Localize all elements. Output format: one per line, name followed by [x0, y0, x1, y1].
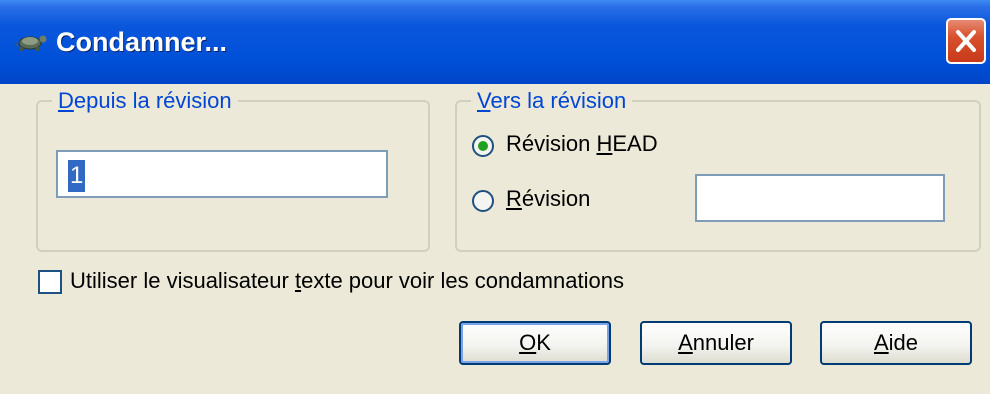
text-viewer-checkbox[interactable] [38, 270, 62, 294]
ok-button[interactable]: OK [459, 321, 611, 365]
radio-selected-dot [478, 141, 488, 151]
tortoise-icon [14, 28, 48, 54]
blame-dialog: Condamner... Depuis la révision 1 Vers l… [0, 0, 990, 394]
to-revision-label: Vers la révision [477, 88, 627, 113]
head-revision-label[interactable]: Révision HEAD [506, 131, 658, 157]
dialog-body: Depuis la révision 1 Vers la révision Ré… [0, 84, 990, 394]
from-revision-value: 1 [68, 160, 86, 192]
help-button[interactable]: Aide [820, 321, 972, 365]
revision-radio[interactable] [472, 190, 494, 212]
head-revision-radio[interactable] [472, 135, 494, 157]
to-revision-group: Vers la révision [455, 88, 981, 252]
from-revision-input[interactable]: 1 [56, 150, 388, 198]
revision-radio-label[interactable]: Révision [506, 186, 590, 212]
to-revision-input[interactable] [695, 174, 945, 222]
cancel-button[interactable]: Annuler [640, 321, 792, 365]
close-button[interactable] [946, 18, 986, 64]
text-viewer-checkbox-label[interactable]: Utiliser le visualisateur texte pour voi… [70, 268, 624, 294]
window-title: Condamner... [56, 27, 228, 57]
from-revision-label: Depuis la révision [58, 88, 232, 113]
title-bar[interactable]: Condamner... [0, 0, 990, 84]
close-icon [956, 30, 976, 52]
